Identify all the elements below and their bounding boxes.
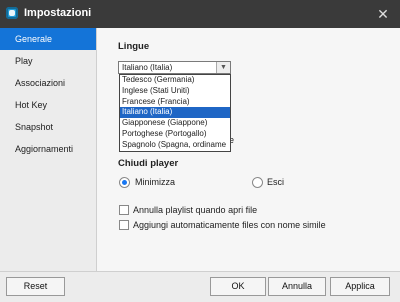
close-player-heading: Chiudi player — [118, 158, 179, 169]
language-option-italian[interactable]: Italiano (Italia) — [120, 107, 230, 119]
clear-playlist-checkbox[interactable] — [119, 205, 129, 215]
window-title: Impostazioni — [24, 7, 92, 19]
close-icon[interactable]: ✕ — [374, 5, 392, 23]
settings-sidebar: Generale Play Associazioni Hot Key Snaps… — [0, 28, 97, 271]
apply-button[interactable]: Applica — [330, 277, 390, 296]
language-option-portuguese[interactable]: Portoghese (Portogallo) — [120, 129, 230, 140]
cancel-button[interactable]: Annulla — [268, 277, 326, 296]
chevron-down-icon[interactable]: ▼ — [216, 62, 230, 73]
ok-button[interactable]: OK — [210, 277, 266, 296]
language-select[interactable]: Italiano (Italia) ▼ — [118, 61, 231, 74]
sidebar-item-generale[interactable]: Generale — [0, 28, 96, 50]
languages-heading: Lingue — [118, 41, 150, 52]
exit-radio[interactable] — [252, 177, 263, 188]
clear-playlist-label: Annulla playlist quando apri file — [133, 205, 258, 215]
language-selected-value: Italiano (Italia) — [122, 63, 173, 72]
language-dropdown-list[interactable]: Tedesco (Germania) Inglese (Stati Uniti)… — [119, 74, 231, 152]
app-logo-icon — [6, 7, 18, 19]
language-option-french[interactable]: Francese (Francia) — [120, 97, 230, 108]
minimize-radio-label: Minimizza — [135, 177, 176, 187]
settings-window: Impostazioni ✕ Generale Play Associazion… — [0, 0, 400, 302]
language-option-spanish[interactable]: Spagnolo (Spagna, ordiname — [120, 140, 230, 151]
sidebar-item-snapshot[interactable]: Snapshot — [0, 116, 96, 138]
auto-add-similar-files-label: Aggiungi automaticamente files con nome … — [133, 220, 326, 230]
minimize-radio[interactable] — [119, 177, 130, 188]
reset-button[interactable]: Reset — [6, 277, 65, 296]
language-option-english[interactable]: Inglese (Stati Uniti) — [120, 86, 230, 97]
exit-radio-label: Esci — [267, 177, 285, 187]
sidebar-item-hot-key[interactable]: Hot Key — [0, 94, 96, 116]
sidebar-item-associazioni[interactable]: Associazioni — [0, 72, 96, 94]
settings-content: Lingue Italiano (Italia) ▼ Tedesco (Germ… — [97, 28, 400, 271]
sidebar-item-aggiornamenti[interactable]: Aggiornamenti — [0, 138, 96, 160]
sidebar-item-play[interactable]: Play — [0, 50, 96, 72]
auto-add-similar-files-checkbox[interactable] — [119, 220, 129, 230]
dialog-footer: Reset OK Annulla Applica — [0, 271, 400, 302]
title-bar: Impostazioni ✕ — [0, 0, 400, 28]
language-option-japanese[interactable]: Giapponese (Giappone) — [120, 118, 230, 129]
language-option-german[interactable]: Tedesco (Germania) — [120, 75, 230, 86]
